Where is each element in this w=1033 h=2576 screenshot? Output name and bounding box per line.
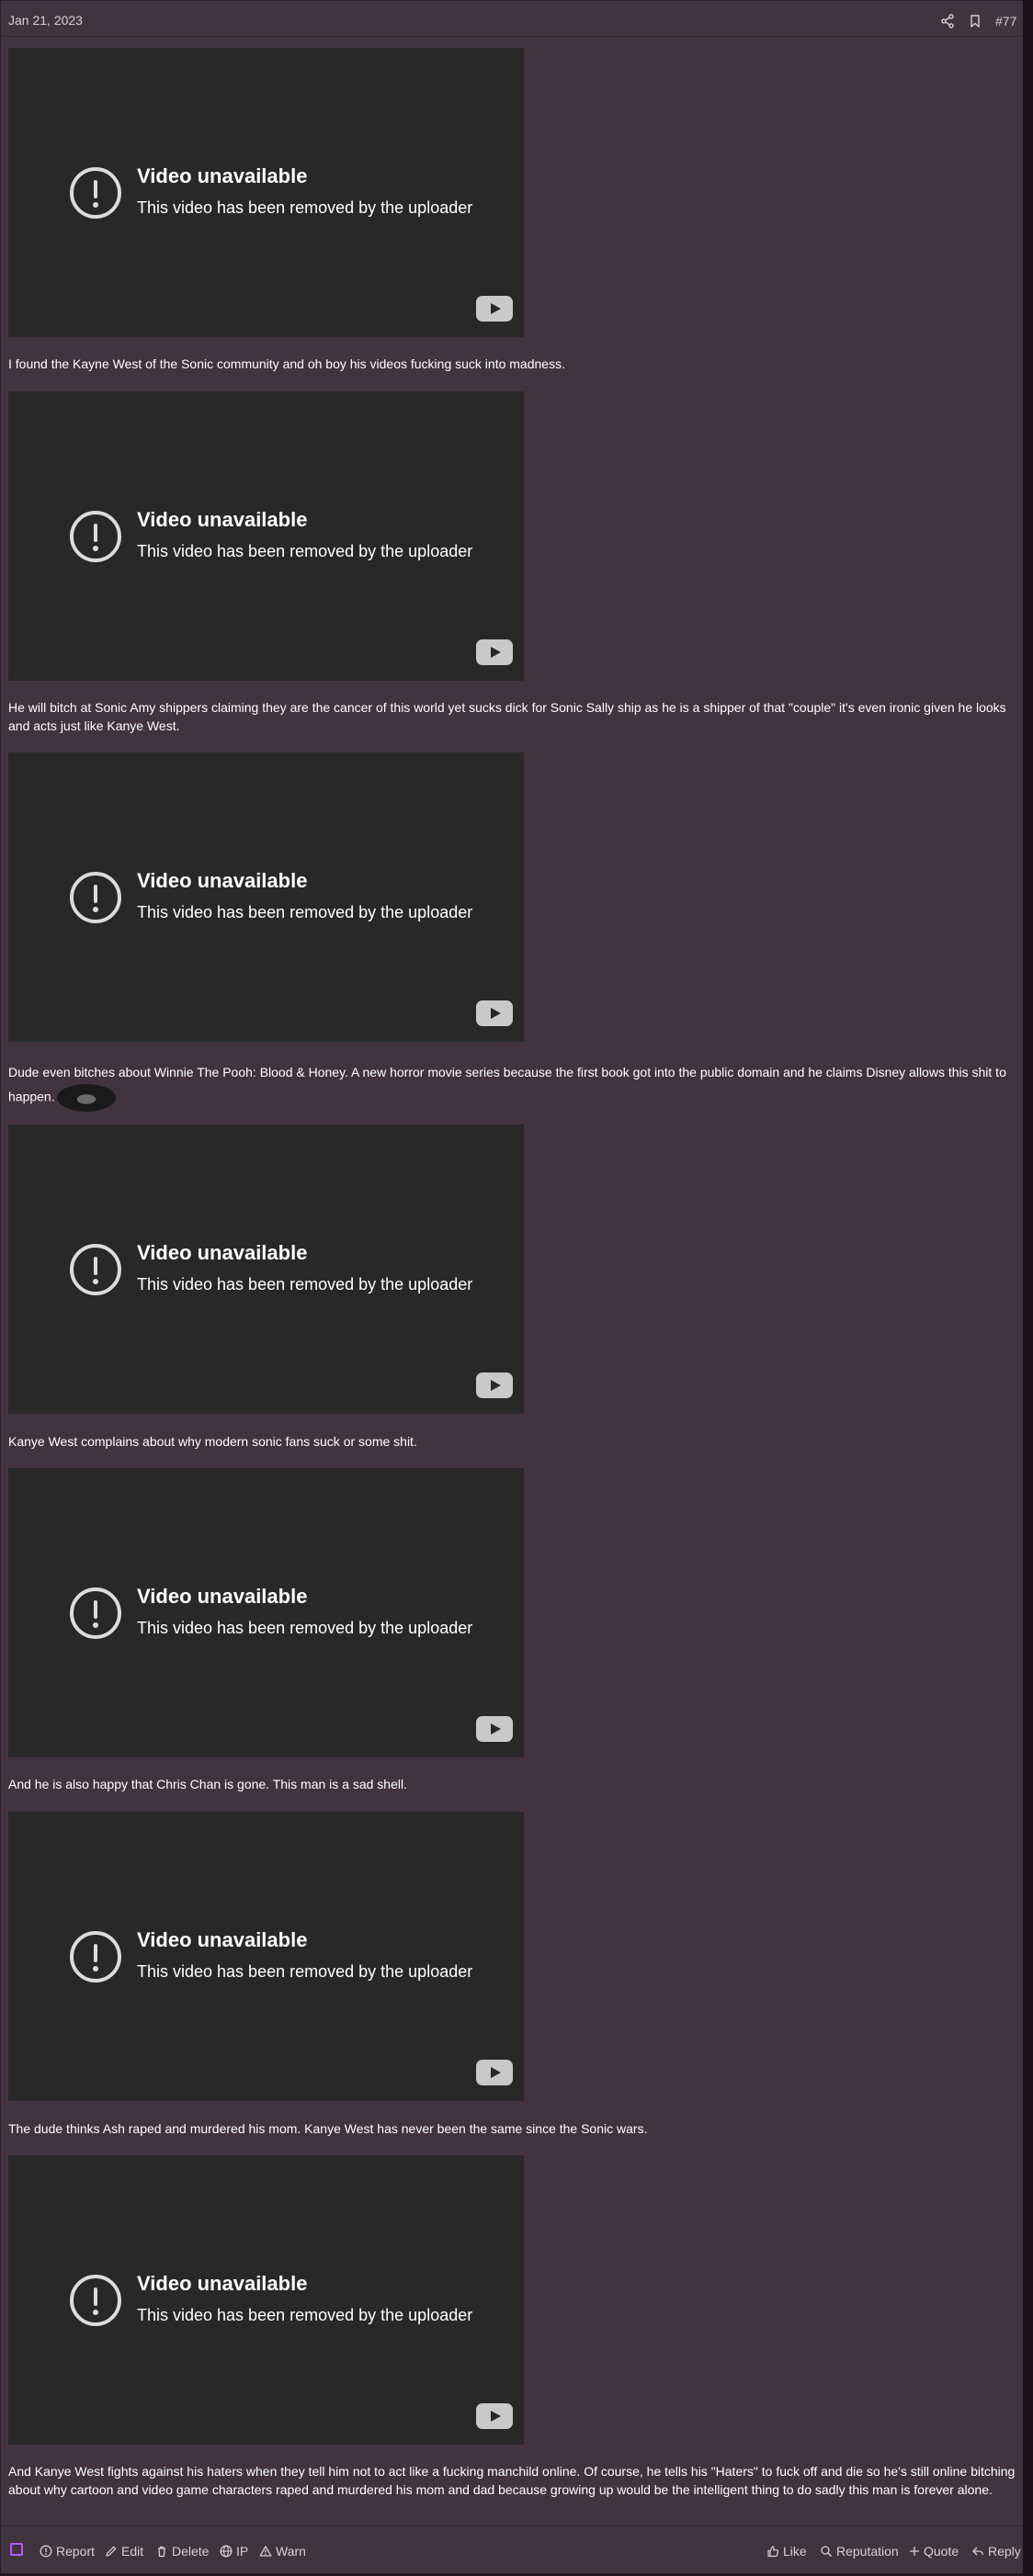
post-paragraph: Dude even bitches about Winnie The Pooh:… [8,1060,1016,1112]
video-unavailable-message: This video has been removed by the uploa… [137,903,473,921]
page-scrollbar[interactable] [1023,0,1033,2576]
warning-triangle-icon [259,2546,272,2557]
like-button[interactable]: Like [766,2543,807,2559]
exclamation-circle-icon [70,1244,121,1295]
delete-label: Delete [172,2544,210,2559]
youtube-play-icon[interactable] [476,639,513,665]
warn-button[interactable]: Warn [259,2543,306,2559]
video-unavailable-title: Video unavailable [137,508,308,531]
youtube-play-icon[interactable] [476,2403,513,2429]
exclamation-circle-icon [70,511,121,562]
reaction-emoji-icon [56,1084,116,1112]
report-button[interactable]: Report [40,2543,95,2559]
video-embed[interactable]: Video unavailable This video has been re… [8,48,524,337]
youtube-play-icon[interactable] [476,2060,513,2085]
youtube-play-icon[interactable] [476,296,513,322]
reply-button[interactable]: Reply [971,2543,1021,2559]
video-unavailable-message: This video has been removed by the uploa… [137,1619,473,1637]
thumbs-up-icon [767,2546,779,2558]
exclamation-circle-icon [70,1931,121,1983]
post-paragraph: I found the Kayne West of the Sonic comm… [8,356,565,371]
report-icon [40,2545,52,2558]
post-header: Jan 21, 2023 #77 [1,3,1023,37]
video-embed[interactable]: Video unavailable This video has been re… [8,391,524,681]
video-unavailable-title: Video unavailable [137,1241,308,1264]
edit-button[interactable]: Edit [105,2543,143,2559]
share-icon[interactable] [940,14,955,28]
video-unavailable-title: Video unavailable [137,2272,308,2295]
video-unavailable-message: This video has been removed by the uploa… [137,2306,473,2324]
reply-label: Reply [988,2544,1021,2559]
quote-label: Quote [924,2544,959,2559]
warn-label: Warn [276,2544,306,2559]
post-paragraph: He will bitch at Sonic Amy shippers clai… [8,700,1006,733]
edit-label: Edit [121,2544,144,2559]
video-embed[interactable]: Video unavailable This video has been re… [8,1124,524,1414]
youtube-play-icon[interactable] [476,1716,513,1742]
post-date[interactable]: Jan 21, 2023 [8,13,83,28]
trash-icon [158,2546,165,2558]
video-unavailable-title: Video unavailable [137,869,308,892]
reply-arrow-icon [972,2547,983,2556]
globe-icon [220,2545,233,2558]
select-post-checkbox[interactable] [10,2543,23,2556]
exclamation-circle-icon [70,167,121,219]
video-unavailable-message: This video has been removed by the uploa… [137,198,473,217]
pencil-icon [106,2546,117,2557]
post-paragraph: Kanye West complains about why modern so… [8,1434,417,1449]
reputation-button[interactable]: Reputation [820,2543,899,2559]
exclamation-circle-icon [70,2275,121,2326]
video-unavailable-title: Video unavailable [137,1585,308,1608]
post-number-link[interactable]: #77 [995,14,1016,28]
ip-button[interactable]: IP [220,2543,248,2559]
post-actions-bar: Report Edit Delete IP Warn Like Reputati… [1,2525,1023,2574]
youtube-play-icon[interactable] [476,1000,513,1026]
video-embed[interactable]: Video unavailable This video has been re… [8,2155,524,2445]
video-unavailable-message: This video has been removed by the uploa… [137,1962,473,1981]
bookmark-icon[interactable] [968,14,982,28]
video-unavailable-message: This video has been removed by the uploa… [137,542,473,560]
forum-post: Jan 21, 2023 #77 Video unavailable This … [0,0,1024,2574]
plus-icon [910,2547,919,2556]
quote-button[interactable]: Quote [909,2543,959,2559]
video-unavailable-title: Video unavailable [137,1928,308,1951]
exclamation-circle-icon [70,1587,121,1639]
report-label: Report [56,2544,96,2559]
post-paragraph: And Kanye West fights against his haters… [8,2464,1016,2497]
video-unavailable-title: Video unavailable [137,164,308,187]
magnifier-icon [821,2546,833,2558]
video-embed[interactable]: Video unavailable This video has been re… [8,1812,524,2101]
post-paragraph: And he is also happy that Chris Chan is … [8,1777,407,1791]
reputation-label: Reputation [836,2544,899,2559]
delete-button[interactable]: Delete [155,2543,209,2559]
post-paragraph-text: Dude even bitches about Winnie The Pooh:… [8,1065,1006,1104]
youtube-play-icon[interactable] [476,1373,513,1398]
ip-label: IP [236,2544,249,2559]
video-embed[interactable]: Video unavailable This video has been re… [8,1468,524,1757]
video-embed[interactable]: Video unavailable This video has been re… [8,752,524,1042]
like-label: Like [783,2544,807,2559]
video-unavailable-message: This video has been removed by the uploa… [137,1275,473,1294]
post-paragraph: The dude thinks Ash raped and murdered h… [8,2121,648,2136]
exclamation-circle-icon [70,872,121,923]
